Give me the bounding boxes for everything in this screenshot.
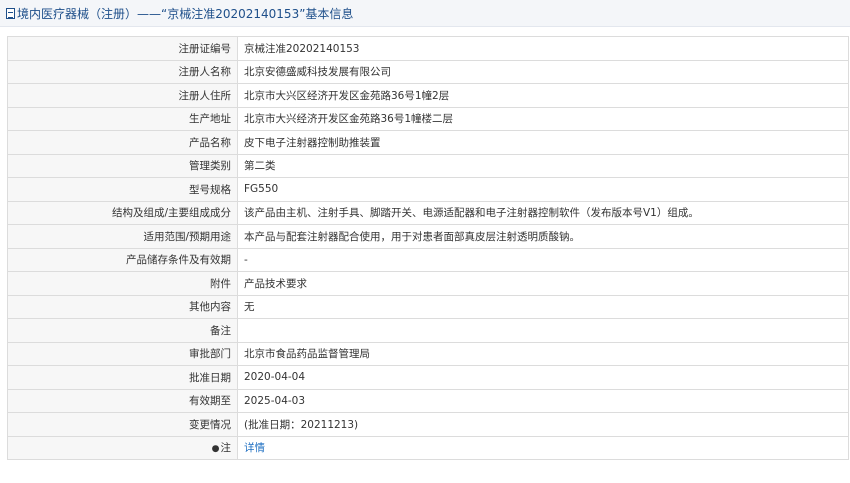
row-value: 本产品与配套注射器配合使用，用于对患者面部真皮层注射透明质酸钠。 — [237, 224, 849, 249]
row-value: 北京市大兴区经济开发区金苑路36号1幢2层 — [237, 83, 849, 108]
table-row: 审批部门 北京市食品药品监督管理局 — [7, 341, 849, 366]
table-row: 产品储存条件及有效期 - — [7, 247, 849, 272]
row-label: 注册人名称 — [7, 59, 238, 84]
row-label: 管理类别 — [7, 153, 238, 178]
row-label: 结构及组成/主要组成成分 — [7, 200, 238, 225]
row-label: 注册证编号 — [7, 36, 238, 61]
table-row: 备注 — [7, 318, 849, 343]
row-value: 北京市大兴经济开发区金苑路36号1幢楼二层 — [237, 106, 849, 131]
row-label: 其他内容 — [7, 294, 238, 319]
document-icon — [6, 7, 15, 19]
row-label: 注册人住所 — [7, 83, 238, 108]
row-label: 变更情况 — [7, 412, 238, 437]
row-value: 北京市食品药品监督管理局 — [237, 341, 849, 366]
row-label: 备注 — [7, 318, 238, 343]
row-value: 2020-04-04 — [237, 365, 849, 390]
row-value: - — [237, 247, 849, 272]
row-value: 北京安德盛威科技发展有限公司 — [237, 59, 849, 84]
row-value: 无 — [237, 294, 849, 319]
row-label: 审批部门 — [7, 341, 238, 366]
table-row: 批准日期 2020-04-04 — [7, 365, 849, 390]
table-row: 有效期至 2025-04-03 — [7, 388, 849, 413]
table-row: 适用范围/预期用途 本产品与配套注射器配合使用，用于对患者面部真皮层注射透明质酸… — [7, 224, 849, 249]
row-label: 生产地址 — [7, 106, 238, 131]
details-link[interactable]: 详情 — [244, 442, 265, 454]
row-value: FG550 — [237, 177, 849, 202]
note-row: ●注 详情 — [7, 435, 849, 460]
table-row: 其他内容 无 — [7, 294, 849, 319]
row-value: 京械注准20202140153 — [237, 36, 849, 61]
note-value-cell: 详情 — [237, 435, 849, 460]
row-label: 批准日期 — [7, 365, 238, 390]
table-row: 注册人住所 北京市大兴区经济开发区金苑路36号1幢2层 — [7, 83, 849, 108]
row-value: 产品技术要求 — [237, 271, 849, 296]
table-row: 结构及组成/主要组成成分 该产品由主机、注射手具、脚踏开关、电源适配器和电子注射… — [7, 200, 849, 225]
table-row: 注册证编号 京械注准20202140153 — [7, 36, 849, 61]
row-value — [237, 318, 849, 343]
row-label: 附件 — [7, 271, 238, 296]
row-value: 2025-04-03 — [237, 388, 849, 413]
table-row: 管理类别 第二类 — [7, 153, 849, 178]
table-row: 变更情况 (批准日期：20211213) — [7, 412, 849, 437]
detail-table: 注册证编号 京械注准20202140153 注册人名称 北京安德盛威科技发展有限… — [7, 36, 849, 460]
row-label: 产品储存条件及有效期 — [7, 247, 238, 272]
table-row: 附件 产品技术要求 — [7, 271, 849, 296]
row-value: 皮下电子注射器控制助推装置 — [237, 130, 849, 155]
row-label: 型号规格 — [7, 177, 238, 202]
note-label-cell: ●注 — [7, 435, 238, 460]
pin-icon: ● — [211, 444, 220, 455]
row-label: 产品名称 — [7, 130, 238, 155]
row-label: 有效期至 — [7, 388, 238, 413]
table-row: 注册人名称 北京安德盛威科技发展有限公司 — [7, 59, 849, 84]
table-row: 生产地址 北京市大兴经济开发区金苑路36号1幢楼二层 — [7, 106, 849, 131]
row-value: (批准日期：20211213) — [237, 412, 849, 437]
row-label: 适用范围/预期用途 — [7, 224, 238, 249]
page-header: 境内医疗器械（注册）——“京械注准20202140153”基本信息 — [0, 0, 850, 27]
table-row: 型号规格 FG550 — [7, 177, 849, 202]
row-value: 第二类 — [237, 153, 849, 178]
page-title: 境内医疗器械（注册）——“京械注准20202140153”基本信息 — [17, 6, 354, 21]
row-value: 该产品由主机、注射手具、脚踏开关、电源适配器和电子注射器控制软件（发布版本号V1… — [237, 200, 849, 225]
note-label: 注 — [220, 442, 232, 455]
table-row: 产品名称 皮下电子注射器控制助推装置 — [7, 130, 849, 155]
